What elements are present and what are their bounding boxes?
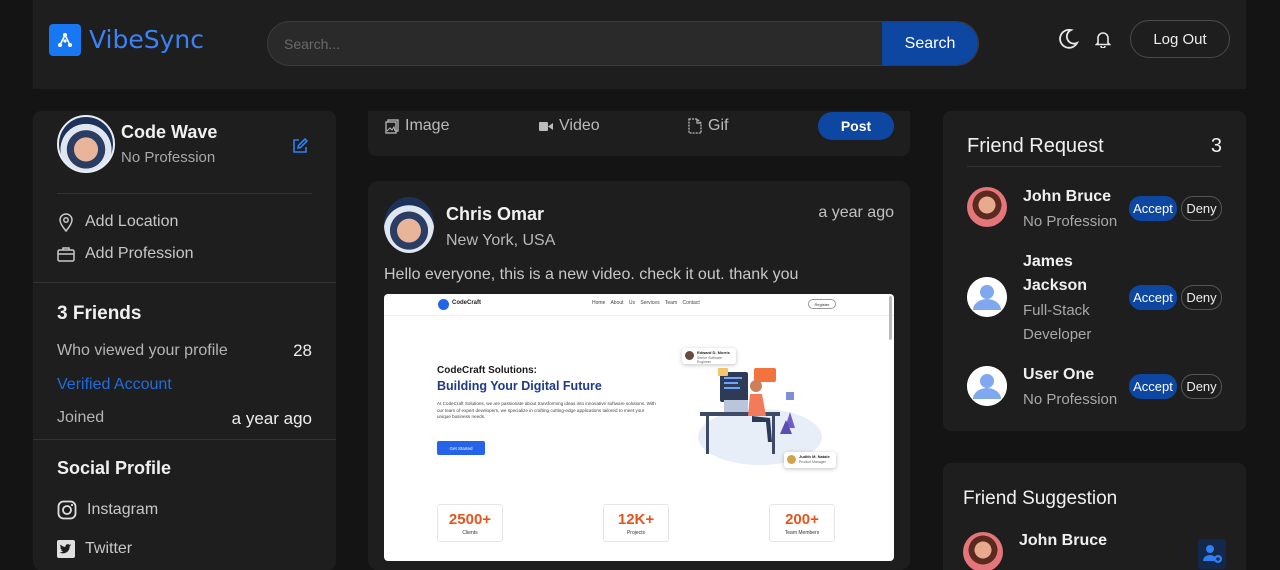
profile-avatar[interactable] bbox=[57, 115, 115, 173]
add-profession-link[interactable]: Add Profession bbox=[57, 245, 194, 263]
top-header: VibeSync Search Log Out bbox=[33, 0, 1246, 89]
friends-count-title[interactable]: 3 Friends bbox=[57, 303, 141, 325]
friend-request-profession: No Profession bbox=[1023, 213, 1118, 230]
profile-profession: No Profession bbox=[121, 149, 216, 166]
video-stat-projects: 12K+ Projects bbox=[603, 504, 669, 542]
location-pin-icon bbox=[59, 213, 73, 232]
bell-icon[interactable] bbox=[1094, 30, 1112, 53]
accept-button[interactable]: Accept bbox=[1129, 285, 1177, 310]
post-composer-bar: Image Video Gif Post bbox=[368, 111, 910, 156]
instagram-icon bbox=[57, 500, 77, 520]
post-author-name[interactable]: Chris Omar bbox=[446, 204, 544, 225]
joined-value: a year ago bbox=[231, 409, 312, 428]
user-icon[interactable] bbox=[967, 277, 1007, 317]
joined-label: Joined bbox=[57, 409, 105, 426]
deny-button[interactable]: Deny bbox=[1181, 196, 1222, 221]
post-button[interactable]: Post bbox=[818, 112, 894, 140]
video-label: Video bbox=[559, 117, 600, 134]
instagram-label: Instagram bbox=[87, 501, 159, 518]
friend-request-title: Friend Request bbox=[967, 135, 1104, 157]
video-paragraph: At CodeCraft Solutions, we are passionat… bbox=[437, 401, 656, 419]
logout-button[interactable]: Log Out bbox=[1130, 20, 1230, 58]
add-video-button[interactable]: Video bbox=[539, 117, 600, 135]
friend-request-name[interactable]: User One bbox=[1023, 363, 1094, 387]
social-profile-title: Social Profile bbox=[57, 458, 172, 478]
post-text: Hello everyone, this is a new video. che… bbox=[384, 266, 799, 283]
friend-request-profession: Full-Stack Developer bbox=[1023, 302, 1092, 343]
moon-icon[interactable] bbox=[1057, 28, 1080, 55]
gif-label: Gif bbox=[708, 117, 729, 134]
add-location-label: Add Location bbox=[85, 213, 179, 230]
instagram-link[interactable]: Instagram bbox=[57, 500, 158, 520]
video-site-brand: CodeCraft bbox=[452, 300, 482, 306]
profile-divider bbox=[57, 193, 312, 194]
image-icon bbox=[385, 118, 399, 134]
search-bar: Search bbox=[267, 21, 979, 66]
friend-request-name[interactable]: John Bruce bbox=[1023, 185, 1111, 209]
suggestion-name[interactable]: John Bruce bbox=[1019, 532, 1107, 550]
edit-icon[interactable] bbox=[291, 137, 309, 160]
search-input[interactable] bbox=[268, 22, 882, 65]
add-image-button[interactable]: Image bbox=[385, 117, 449, 135]
video-icon bbox=[539, 121, 553, 131]
add-profession-label: Add Profession bbox=[85, 245, 194, 262]
friend-request-name[interactable]: James Jackson bbox=[1023, 250, 1123, 298]
codecraft-logo-icon bbox=[438, 299, 449, 310]
twitter-icon bbox=[57, 540, 75, 558]
friend-request-card: Friend Request 3 John Bruce No Professio… bbox=[943, 111, 1246, 431]
add-location-link[interactable]: Add Location bbox=[57, 212, 178, 232]
video-stat-clients: 2500+ Clients bbox=[437, 504, 503, 542]
profile-name[interactable]: Code Wave bbox=[121, 122, 217, 143]
friend-request-count: 3 bbox=[1210, 135, 1222, 157]
post-author-avatar[interactable] bbox=[384, 197, 434, 253]
friend-request-divider bbox=[967, 166, 1222, 167]
image-label: Image bbox=[405, 117, 450, 134]
twitter-link[interactable]: Twitter bbox=[57, 540, 132, 558]
user-icon[interactable] bbox=[967, 366, 1007, 406]
accept-button[interactable]: Accept bbox=[1129, 374, 1177, 399]
post-timestamp: a year ago bbox=[818, 204, 894, 221]
profile-sidebar: Code Wave No Profession Add Location Add… bbox=[33, 111, 336, 570]
post-card: Chris Omar New York, USA a year ago Hell… bbox=[368, 181, 910, 570]
friend-suggestion-card: Friend Suggestion John Bruce bbox=[943, 463, 1246, 570]
deny-button[interactable]: Deny bbox=[1181, 285, 1222, 310]
video-stat-team: 200+ Team Members bbox=[769, 504, 835, 542]
brand-name[interactable]: VibeSync bbox=[89, 25, 204, 54]
search-button[interactable]: Search bbox=[882, 22, 978, 65]
profile-views-count: 28 bbox=[293, 341, 312, 360]
video-site-navbar: CodeCraft Home About Us Services Team Co… bbox=[384, 294, 894, 316]
video-badge-top: Edward D. Morris Senior Software Enginee… bbox=[682, 348, 736, 364]
video-subheading: Building Your Digital Future bbox=[437, 379, 602, 393]
add-gif-button[interactable]: Gif bbox=[688, 117, 728, 135]
deny-button[interactable]: Deny bbox=[1181, 374, 1222, 399]
suggestion-avatar[interactable] bbox=[963, 532, 1003, 570]
video-site-register: Register bbox=[808, 299, 836, 309]
friend-request-profession: No Profession bbox=[1023, 391, 1118, 408]
friend-request-avatar[interactable] bbox=[967, 187, 1007, 227]
post-location: New York, USA bbox=[446, 232, 556, 249]
logo-icon[interactable] bbox=[49, 24, 81, 56]
verified-account-link[interactable]: Verified Account bbox=[57, 376, 172, 394]
video-site-nav-links: Home About Us Services Team Contact bbox=[592, 300, 700, 306]
add-friend-icon[interactable] bbox=[1198, 539, 1226, 569]
section-divider bbox=[33, 439, 336, 440]
twitter-label: Twitter bbox=[85, 540, 133, 557]
briefcase-icon bbox=[57, 247, 75, 262]
video-scrollbar bbox=[889, 296, 892, 340]
accept-button[interactable]: Accept bbox=[1129, 196, 1177, 221]
video-badge-bottom: Judith M. Natale Product Manager bbox=[784, 452, 836, 468]
profile-views-label: Who viewed your profile bbox=[57, 342, 228, 359]
section-divider bbox=[33, 282, 336, 283]
video-cta-button: Get Started bbox=[437, 441, 485, 455]
friend-suggestion-title: Friend Suggestion bbox=[963, 488, 1118, 509]
post-video[interactable]: CodeCraft Home About Us Services Team Co… bbox=[384, 294, 894, 561]
video-heading: CodeCraft Solutions: bbox=[437, 365, 537, 376]
gif-icon bbox=[688, 118, 702, 134]
